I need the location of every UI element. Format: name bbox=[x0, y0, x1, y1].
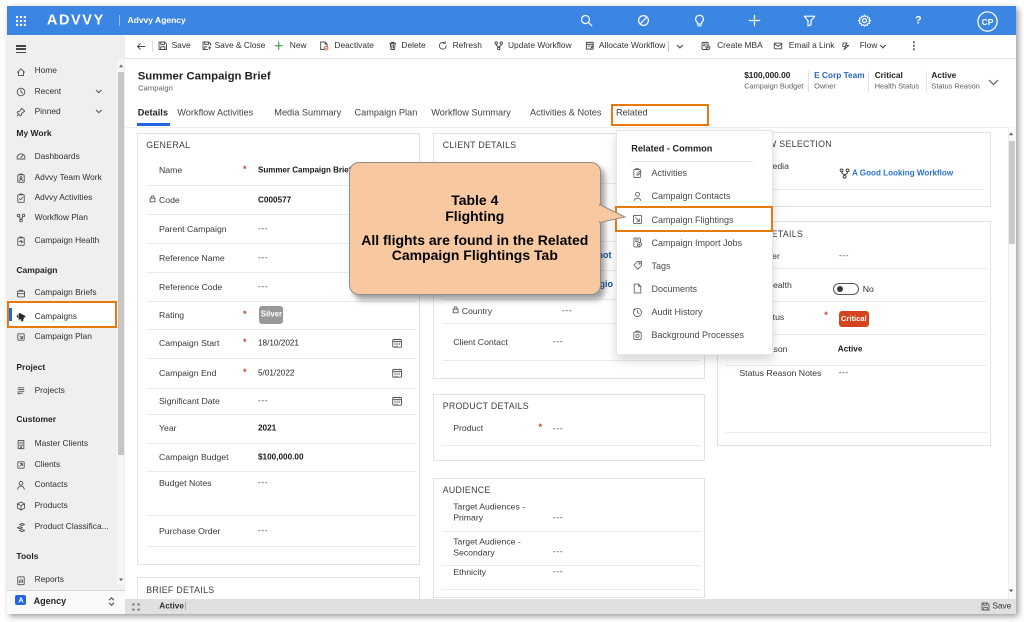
svg-text:CP: CP bbox=[981, 16, 993, 26]
